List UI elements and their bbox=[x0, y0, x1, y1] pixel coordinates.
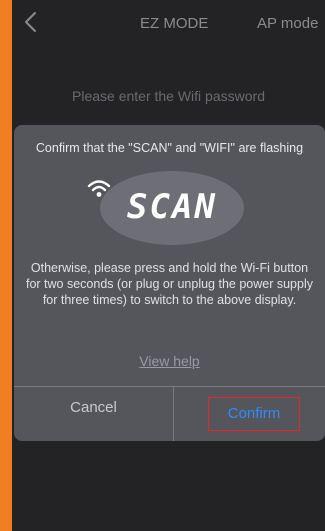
confirm-dialog: Confirm that the "SCAN" and "WIFI" are f… bbox=[14, 125, 325, 441]
tab-ez-mode[interactable]: EZ MODE bbox=[140, 15, 208, 32]
confirm-button[interactable]: Confirm bbox=[208, 397, 300, 431]
dialog-help-text: Otherwise, please press and hold the Wi-… bbox=[26, 261, 313, 307]
top-bar: EZ MODE AP mode bbox=[12, 0, 325, 44]
app-screen: EZ MODE AP mode Please enter the Wifi pa… bbox=[12, 0, 325, 531]
wifi-password-prompt: Please enter the Wifi password bbox=[72, 88, 265, 104]
dialog-title: Confirm that the "SCAN" and "WIFI" are f… bbox=[35, 141, 304, 155]
tab-ap-mode[interactable]: AP mode bbox=[257, 15, 318, 32]
chevron-left-icon[interactable] bbox=[18, 9, 44, 35]
view-help-link[interactable]: View help bbox=[14, 353, 325, 369]
confirm-button-label: Confirm bbox=[227, 405, 281, 422]
button-divider bbox=[173, 387, 174, 441]
scan-display-text: SCAN bbox=[127, 187, 217, 227]
cancel-button[interactable]: Cancel bbox=[14, 387, 173, 441]
